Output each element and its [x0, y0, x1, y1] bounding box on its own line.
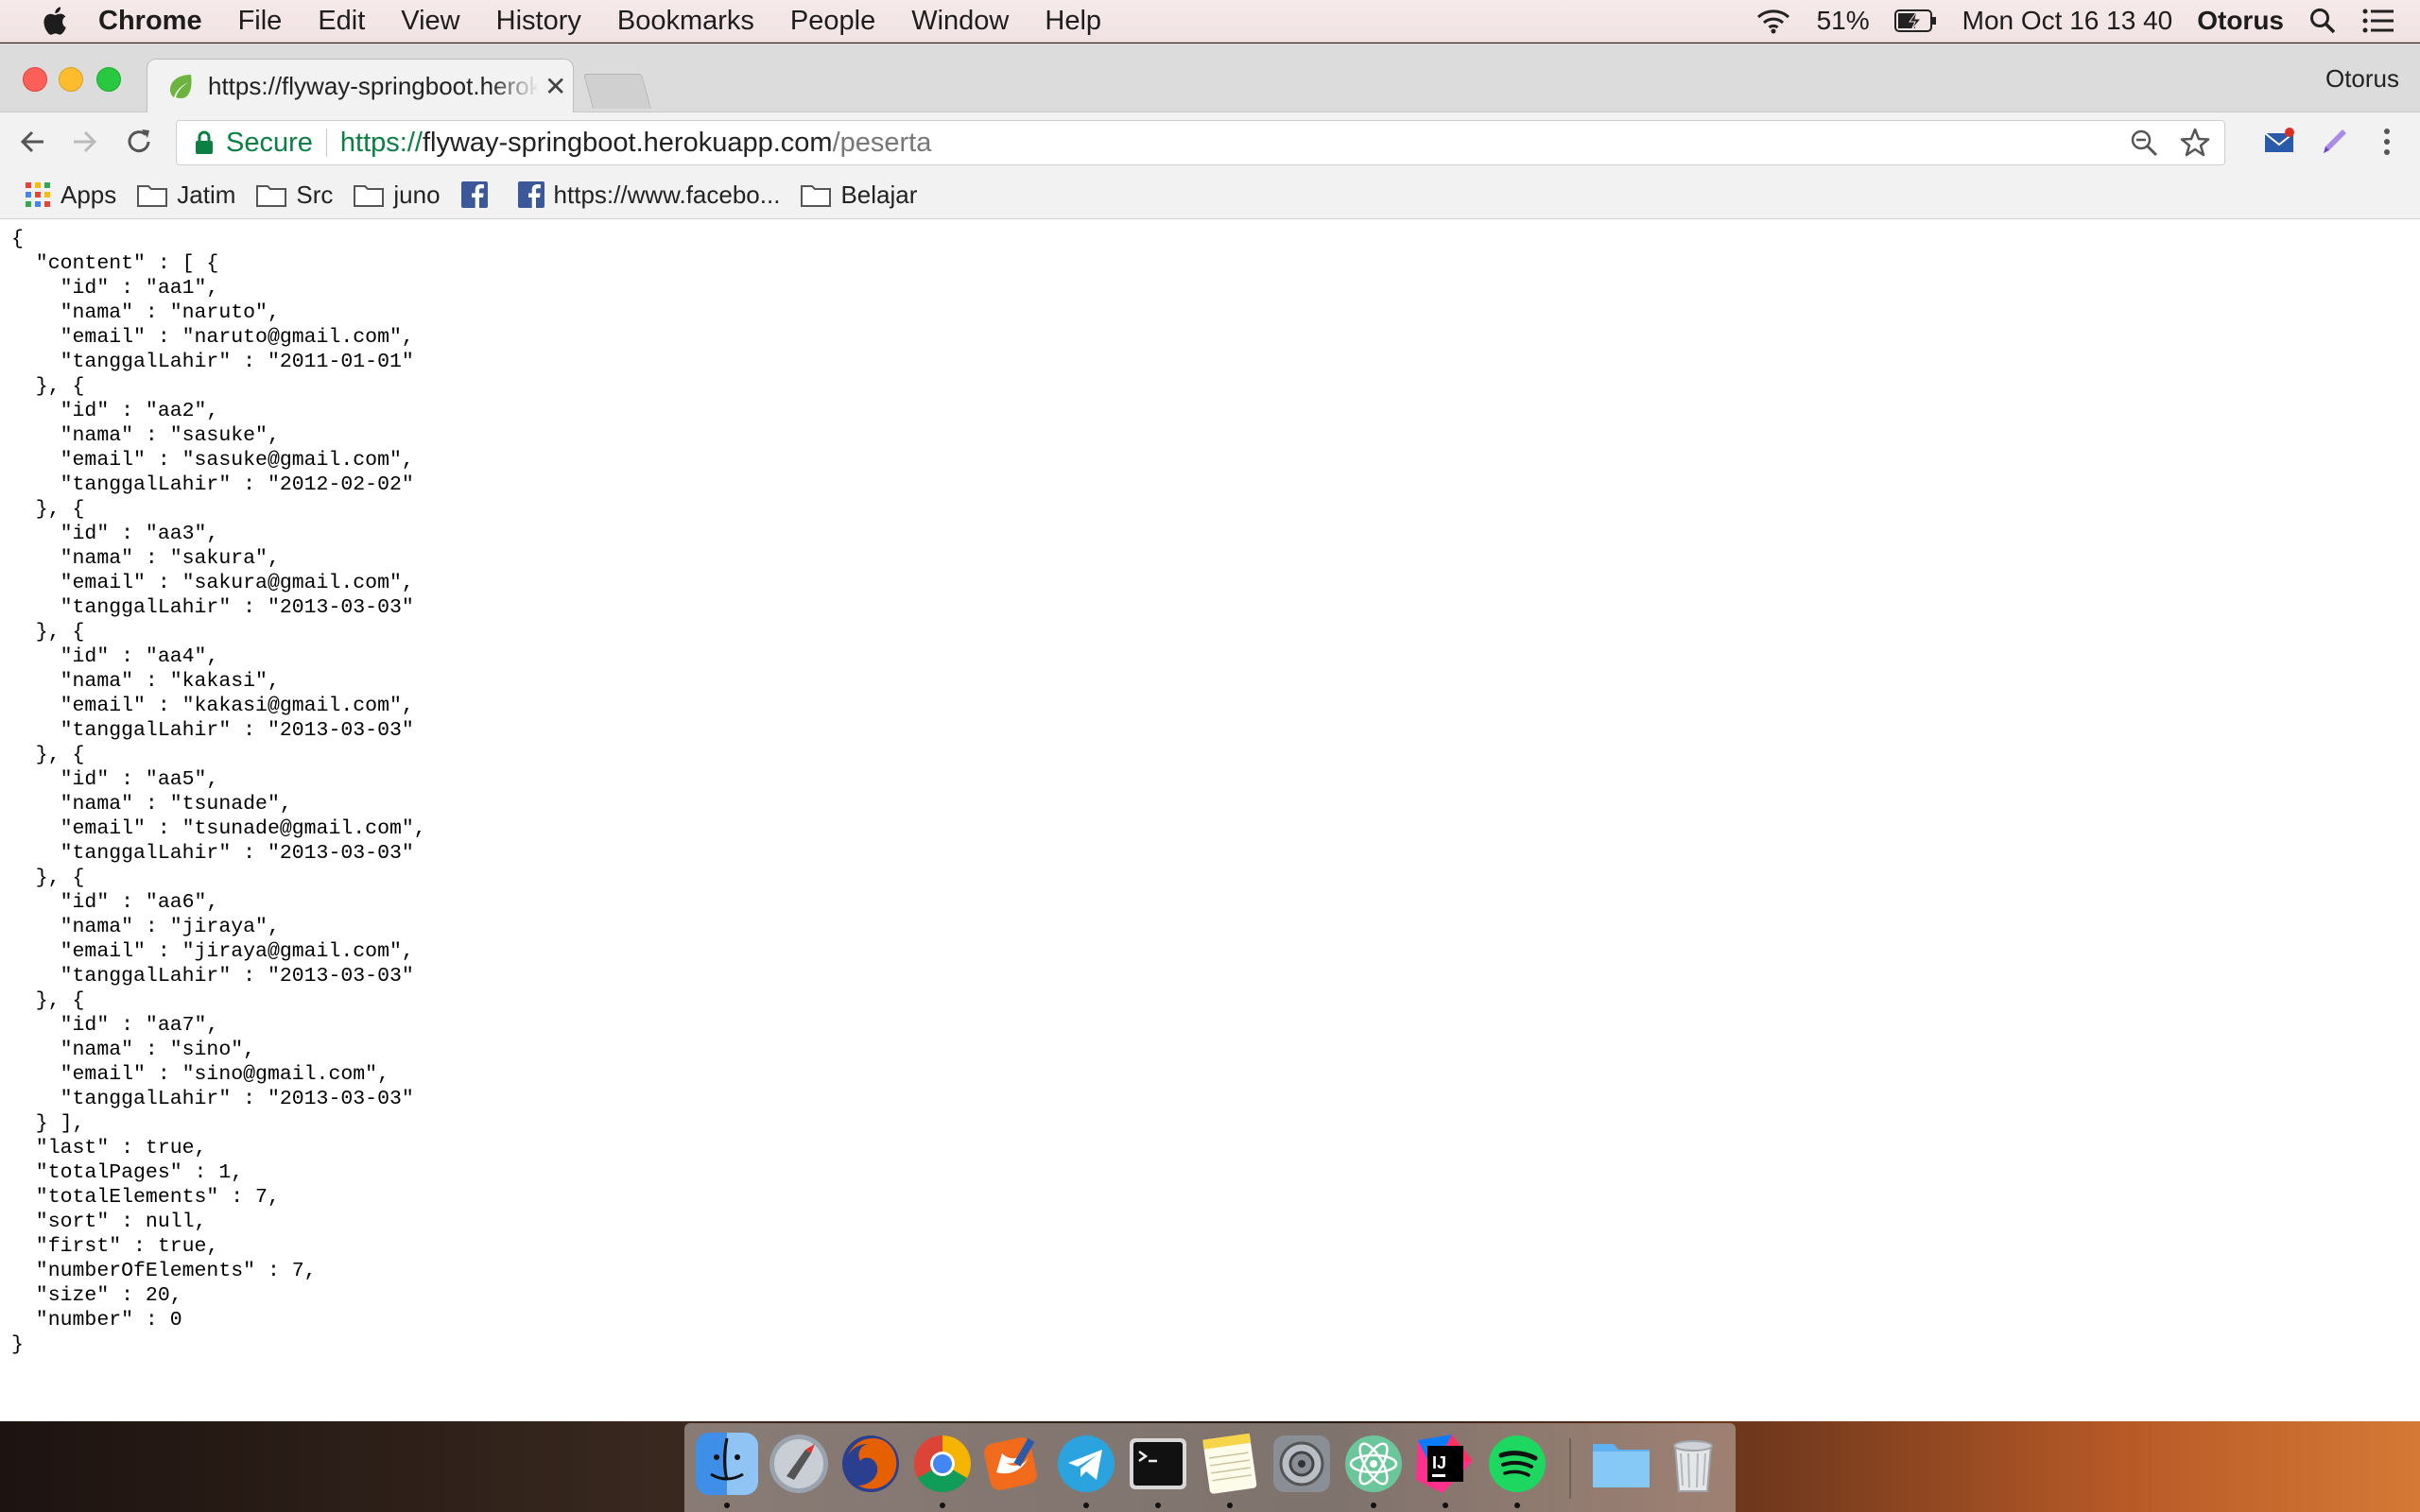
back-icon[interactable] [17, 126, 49, 158]
bookmark-apps[interactable]: Apps [25, 180, 116, 210]
chrome-icon[interactable] [911, 1433, 974, 1495]
window-minimize-button[interactable] [59, 67, 83, 92]
notes-icon[interactable] [1199, 1433, 1261, 1495]
svg-text:IJ: IJ [1432, 1453, 1446, 1472]
chrome-menu-icon[interactable] [2371, 126, 2403, 158]
folder-icon [137, 185, 168, 207]
url-host: flyway-springboot.herokuapp.com [422, 127, 833, 158]
menu-bar: Chrome File Edit View History Bookmarks … [0, 0, 2420, 43]
menu-file[interactable]: File [238, 6, 283, 37]
atom-icon[interactable] [1342, 1433, 1405, 1495]
bookmark-star-icon[interactable] [2179, 127, 2211, 159]
running-indicator [1514, 1503, 1520, 1508]
url-scheme: https:// [339, 127, 423, 158]
facebook-icon [460, 181, 488, 208]
menu-edit[interactable]: Edit [318, 6, 365, 37]
apple-icon[interactable] [40, 5, 68, 37]
spotlight-search-icon[interactable] [2308, 7, 2337, 35]
bookmark-label: https://www.facebo... [553, 180, 781, 209]
new-tab-button[interactable] [583, 74, 651, 109]
reload-icon[interactable] [123, 126, 155, 158]
running-indicator [1227, 1503, 1233, 1508]
clock[interactable]: Mon Oct 16 13 40 [1962, 6, 2173, 36]
running-indicator [1443, 1503, 1448, 1508]
telegram-icon[interactable] [1055, 1433, 1117, 1495]
bookmark-folder-jatim[interactable]: Jatim [137, 180, 235, 210]
mail-extension-icon[interactable] [2263, 126, 2295, 158]
menu-app-chrome[interactable]: Chrome [98, 6, 202, 37]
tab-strip: https://flyway-springboot.herokuapp.com/… [0, 43, 2420, 112]
notification-center-icon[interactable] [2361, 8, 2395, 34]
wifi-icon[interactable] [1754, 7, 1792, 35]
bookmark-label: Src [296, 180, 334, 209]
bookmark-folder-src[interactable]: Src [256, 180, 333, 210]
battery-charging-icon[interactable] [1893, 9, 1938, 33]
secure-label[interactable]: Secure [226, 128, 313, 159]
trash-icon[interactable] [1662, 1433, 1724, 1495]
folder-icon [801, 185, 832, 207]
dock-separator [1569, 1438, 1571, 1499]
system-preferences-icon[interactable] [1270, 1433, 1333, 1495]
page-content: { "content" : [ { "id" : "aa1", "nama" :… [0, 219, 2420, 1421]
facebook-icon [517, 181, 544, 208]
spotify-icon[interactable] [1486, 1433, 1548, 1495]
running-indicator [1083, 1503, 1089, 1508]
window-close-button[interactable] [23, 67, 47, 92]
user-name[interactable]: Otorus [2197, 6, 2284, 36]
bookmark-label: Jatim [177, 180, 236, 209]
address-bar[interactable]: Secure https://flyway-springboot.herokua… [176, 120, 2225, 165]
forward-icon[interactable] [68, 126, 100, 158]
tab-close-icon[interactable]: ✕ [544, 71, 566, 102]
running-indicator [940, 1503, 945, 1508]
menu-history[interactable]: History [496, 6, 581, 37]
launchpad-icon[interactable] [768, 1433, 830, 1495]
downloads-folder-icon[interactable] [1590, 1433, 1652, 1495]
url-path: /peserta [832, 127, 932, 158]
running-indicator [1155, 1503, 1161, 1508]
bookmark-folder-belajar[interactable]: Belajar [801, 180, 917, 210]
bookmark-label: juno [393, 180, 441, 209]
intellij-idea-icon[interactable]: IJ [1414, 1433, 1477, 1495]
finder-icon[interactable] [696, 1433, 758, 1495]
bookmark-label: Belajar [840, 180, 918, 209]
apps-grid-icon [26, 182, 50, 207]
pen-extension-icon[interactable] [2318, 126, 2350, 158]
running-indicator [1371, 1503, 1376, 1508]
folder-icon [256, 185, 287, 207]
bookmark-facebook[interactable] [460, 181, 497, 208]
json-response-text: { "content" : [ { "id" : "aa1", "nama" :… [11, 228, 426, 1356]
browser-toolbar: Secure https://flyway-springboot.herokua… [0, 112, 2420, 171]
profile-button[interactable]: Otorus [2325, 64, 2399, 94]
menu-help[interactable]: Help [1045, 6, 1101, 37]
folder-icon [354, 185, 385, 207]
terminal-icon[interactable] [1127, 1433, 1189, 1495]
zoom-icon[interactable] [2128, 127, 2160, 159]
bookmark-label: Apps [60, 180, 117, 209]
bookmark-folder-juno[interactable]: juno [354, 180, 441, 210]
menu-view[interactable]: View [401, 6, 459, 37]
dock: IJ [684, 1423, 1736, 1512]
omnibox-separator [325, 129, 327, 157]
firefox-icon[interactable] [839, 1433, 902, 1495]
tab-title: https://flyway-springboot.herokuapp.com/… [208, 71, 539, 100]
lock-icon[interactable] [194, 130, 215, 155]
running-indicator [724, 1503, 730, 1508]
browser-window: https://flyway-springboot.herokuapp.com/… [0, 43, 2420, 1421]
bookmarks-bar: Apps Jatim Src juno https://www.facebo..… [0, 171, 2420, 219]
menu-bookmarks[interactable]: Bookmarks [617, 6, 754, 37]
bookmark-facebook-url[interactable]: https://www.facebo... [517, 180, 781, 210]
swift-app-icon[interactable] [983, 1433, 1046, 1495]
menu-people[interactable]: People [790, 6, 875, 37]
spring-leaf-icon [170, 75, 192, 98]
window-zoom-button[interactable] [96, 67, 121, 92]
menu-window[interactable]: Window [911, 6, 1009, 37]
battery-percent: 51% [1816, 6, 1870, 35]
tab-active[interactable]: https://flyway-springboot.herokuapp.com/… [147, 59, 574, 112]
